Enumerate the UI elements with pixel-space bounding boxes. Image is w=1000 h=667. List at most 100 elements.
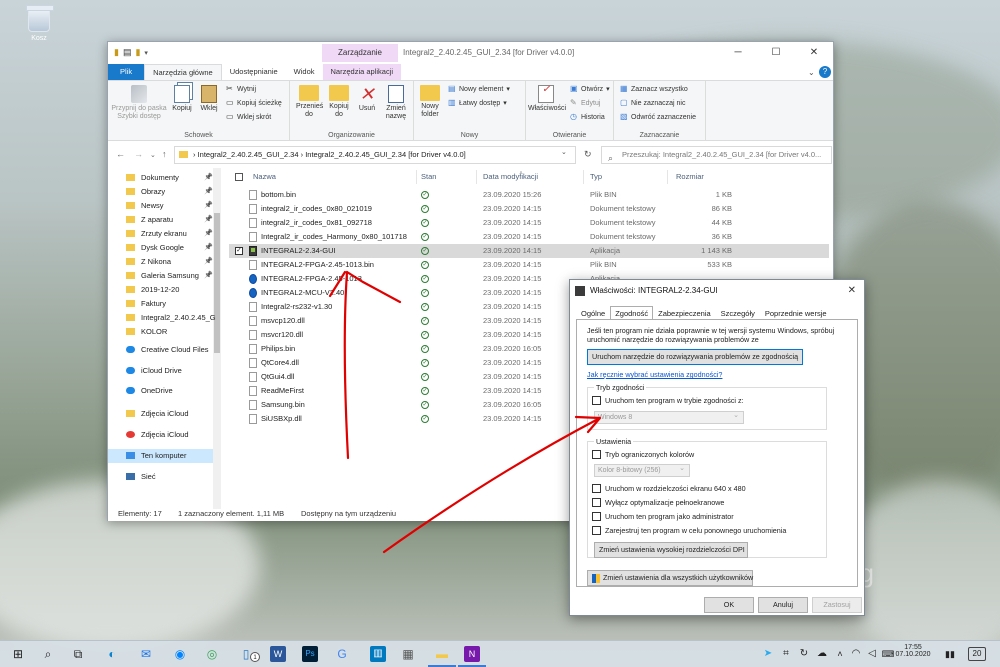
sidebar-item[interactable]: Newsy 📌: [108, 199, 213, 213]
sidebar-item[interactable]: Integral2_2.40.2.45_G: [108, 311, 216, 325]
address-dropdown-icon[interactable]: ⌄: [561, 148, 567, 156]
troubleshoot-button[interactable]: Uruchom narzędzie do rozwiązywania probl…: [587, 349, 803, 365]
sidebar-item[interactable]: OneDrive: [108, 384, 213, 398]
sidebar-item[interactable]: Z Nikona 📌: [108, 255, 213, 269]
sidebar-item[interactable]: Zdjęcia iCloud: [108, 407, 213, 421]
tab-share[interactable]: Udostępnianie: [222, 64, 286, 80]
checkbox-box[interactable]: [592, 396, 601, 405]
close-button[interactable]: ✕: [795, 42, 833, 64]
dialog-title-bar[interactable]: Właściwości: INTEGRAL2-2.34-GUI ✕: [570, 280, 864, 302]
compat-mode-checkbox[interactable]: Uruchom ten program w trybie zgodności z…: [592, 396, 744, 405]
trello-icon[interactable]: ▥: [370, 646, 386, 662]
sidebar-item[interactable]: Sieć: [108, 470, 213, 484]
table-row[interactable]: INTEGRAL2-FPGA-2.45-1013.bin 23.09.2020 1…: [229, 258, 829, 272]
minimize-button[interactable]: ─: [719, 42, 757, 64]
nav-scrollbar-thumb[interactable]: [214, 213, 220, 353]
sidebar-item[interactable]: Obrazy 📌: [108, 185, 213, 199]
properties-icon[interactable]: ▤: [123, 47, 132, 58]
close-icon[interactable]: ✕: [848, 280, 856, 302]
tab-home[interactable]: Narzędzia główne: [144, 64, 222, 80]
paste-shortcut-button[interactable]: ▭ Wklej skrót: [226, 113, 271, 121]
high-dpi-settings-button[interactable]: Zmień ustawienia wysokiej rozdzielczości…: [594, 542, 748, 558]
run-as-admin-checkbox[interactable]: Uruchom ten program jako administrator: [592, 512, 734, 521]
ok-button[interactable]: OK: [704, 597, 754, 613]
pin-quick-access-button[interactable]: Przypnij do paska Szybki dostęp: [110, 85, 168, 121]
onenote-icon[interactable]: N: [464, 646, 480, 662]
tab-compatibility[interactable]: Zgodność: [610, 306, 654, 320]
title-bar[interactable]: ▮ ▤ ▮ ▾ Zarządzanie Integral2_2.40.2.45_…: [108, 42, 833, 64]
chevron-up-icon[interactable]: ˄: [832, 646, 848, 662]
task-view-icon[interactable]: ⧉: [70, 646, 86, 662]
sidebar-item[interactable]: Ten komputer: [108, 449, 213, 463]
sidebar-item[interactable]: 2019-12-20: [108, 283, 213, 297]
breadcrumb-item-current[interactable]: Integral2_2.40.2.45_GUI_2.34 [for Driver…: [305, 150, 466, 159]
manual-settings-link[interactable]: Jak ręcznie wybrać ustawienia zgodności?: [587, 370, 722, 379]
table-row[interactable]: integral2_ir_codes_0x80_021019 23.09.2020…: [229, 202, 829, 216]
sidebar-item[interactable]: Z aparatu 📌: [108, 213, 213, 227]
pin-icon[interactable]: 📌: [204, 213, 213, 227]
photoshop-icon[interactable]: Ps: [302, 646, 318, 662]
compat-os-select[interactable]: Windows 8: [594, 410, 744, 424]
chrome-icon[interactable]: ◎: [204, 646, 220, 662]
recent-locations-icon[interactable]: ⌄: [150, 151, 156, 159]
refresh-icon[interactable]: ↻: [584, 149, 592, 160]
cloud-icon[interactable]: ☁: [814, 646, 830, 662]
paste-button[interactable]: Wklej: [198, 85, 220, 113]
sidebar-item[interactable]: Dysk Google 📌: [108, 241, 213, 255]
checkbox-box[interactable]: [592, 512, 601, 521]
select-none-button[interactable]: ▢ Nie zaznaczaj nic: [620, 99, 685, 107]
pin-icon[interactable]: 📌: [204, 241, 213, 255]
table-row[interactable]: Integral2_ir_codes_Harmony_0x80_101718 23…: [229, 230, 829, 244]
clock[interactable]: 17:55 07.10.2020: [888, 641, 938, 667]
calculator-icon[interactable]: ▦: [400, 646, 416, 662]
tab-security[interactable]: Zabezpieczenia: [653, 306, 716, 320]
sidebar-item[interactable]: Zdjęcia iCloud: [108, 428, 213, 442]
checkbox-box[interactable]: [592, 498, 601, 507]
sidebar-item[interactable]: Faktury: [108, 297, 213, 311]
pin-icon[interactable]: 📌: [204, 269, 213, 283]
history-button[interactable]: ◷ Historia: [570, 113, 605, 121]
messenger-icon[interactable]: ◉: [172, 646, 188, 662]
checkbox-box[interactable]: [592, 450, 601, 459]
copy-button[interactable]: Kopiuj: [170, 85, 194, 113]
copy-to-button[interactable]: Kopiuj do: [326, 85, 352, 119]
delete-button[interactable]: ✕ Usuń: [356, 85, 378, 113]
cut-button[interactable]: ✂ Wytnij: [226, 85, 256, 93]
sidebar-item[interactable]: Galeria Samsung 📌: [108, 269, 213, 283]
easy-access-button[interactable]: ▥ Łatwy dostęp ▾: [448, 99, 507, 108]
invert-selection-button[interactable]: ▧ Odwróć zaznaczenie: [620, 113, 696, 121]
tab-view[interactable]: Widok: [286, 64, 323, 80]
breadcrumb-item-parent[interactable]: Integral2_2.40.2.45_GUI_2.34: [198, 150, 299, 159]
wifi-icon[interactable]: ◠: [848, 646, 864, 662]
word-icon[interactable]: W: [270, 646, 286, 662]
sidebar-item[interactable]: Dokumenty 📌: [108, 171, 213, 185]
tab-general[interactable]: Ogólne: [576, 306, 610, 320]
sync-icon[interactable]: ↻: [796, 646, 812, 662]
forward-arrow-icon[interactable]: →: [134, 149, 143, 159]
pin-icon[interactable]: 📌: [204, 171, 213, 185]
network-icon[interactable]: ⌗: [778, 646, 794, 662]
mail-icon[interactable]: ✉: [138, 646, 154, 662]
reduced-color-checkbox[interactable]: Tryb ograniczonych kolorów: [592, 450, 694, 459]
table-row[interactable]: integral2_ir_codes_0x81_092718 23.09.2020…: [229, 216, 829, 230]
sidebar-item[interactable]: iCloud Drive: [108, 364, 213, 378]
sidebar-item[interactable]: Zrzuty ekranu 📌: [108, 227, 213, 241]
checkbox-box[interactable]: [592, 484, 601, 493]
new-item-button[interactable]: ▤ Nowy element ▾: [448, 85, 510, 94]
volume-icon[interactable]: ◁: [864, 646, 880, 662]
pin-icon[interactable]: 📌: [204, 199, 213, 213]
edit-button[interactable]: ✎ Edytuj: [570, 99, 600, 107]
rename-button[interactable]: Zmień nazwę: [382, 85, 410, 121]
back-arrow-icon[interactable]: ←: [116, 149, 125, 159]
cancel-button[interactable]: Anuluj: [758, 597, 808, 613]
row-checkbox[interactable]: ✓: [235, 247, 243, 255]
pin-icon[interactable]: 📌: [204, 185, 213, 199]
media-icon[interactable]: ▮▮: [942, 646, 958, 662]
color-depth-select[interactable]: Kolor 8-bitowy (256): [594, 463, 690, 477]
up-arrow-icon[interactable]: ↑: [162, 149, 167, 159]
tab-details[interactable]: Szczegóły: [716, 306, 760, 320]
open-button[interactable]: ▣ Otwórz ▾: [570, 85, 610, 94]
context-tab-manage[interactable]: Zarządzanie: [322, 44, 398, 62]
select-all-button[interactable]: ▦ Zaznacz wszystko: [620, 85, 688, 93]
help-icon[interactable]: ?: [819, 66, 831, 78]
